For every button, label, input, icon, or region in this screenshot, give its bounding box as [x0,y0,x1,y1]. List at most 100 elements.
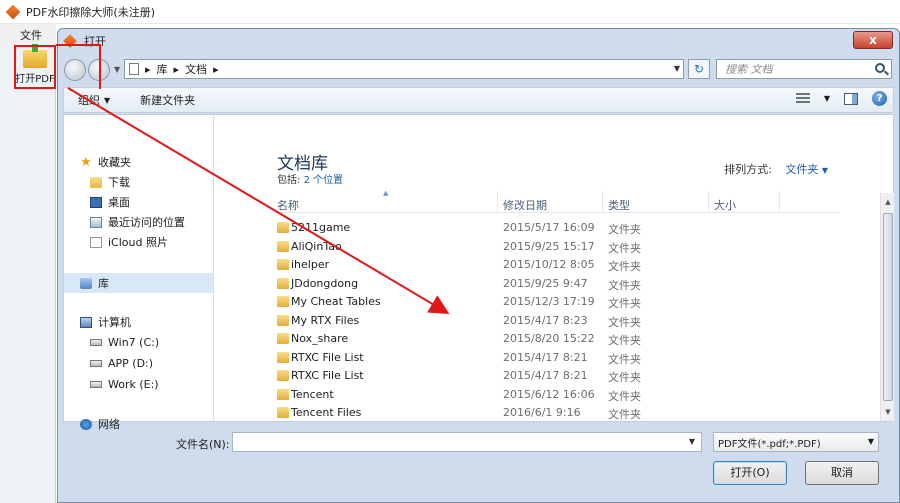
row-date: 2015/9/25 9:47 [503,276,588,290]
nav-downloads[interactable]: 下载 [90,173,130,191]
scroll-thumb[interactable] [883,213,893,401]
breadcrumb-documents[interactable]: 文档 [185,61,207,77]
table-row[interactable]: My RTX Files 2015/4/17 8:23 文件夹 [271,312,891,330]
address-dropdown-icon[interactable]: ▼ [670,60,684,78]
row-name: My Cheat Tables [291,295,381,308]
search-placeholder: 搜索 文档 [725,63,773,76]
row-date: 2015/4/17 8:23 [503,313,588,327]
folder-icon [277,259,289,270]
nav-drive-e[interactable]: Work (E:) [90,375,159,393]
nav-libraries[interactable]: 库 [80,274,109,292]
star-icon: ★ [80,154,92,170]
includes-locations-link[interactable]: 2 个位置 [304,175,344,186]
scroll-up-icon[interactable]: ▲ [881,195,895,209]
nav-libraries-label: 库 [98,277,109,290]
row-type: 文件夹 [608,241,641,255]
filename-field[interactable]: ▼ [232,432,702,452]
table-row[interactable]: My Cheat Tables 2015/12/3 17:19 文件夹 [271,293,891,311]
table-row[interactable]: RTXC File List 2015/4/17 8:21 文件夹 [271,367,891,385]
row-name: JDdongdong [291,276,359,290]
app-logo-icon [5,4,21,19]
nav-downloads-label: 下载 [108,176,130,189]
column-name[interactable]: 名称 [277,197,299,213]
forward-button[interactable] [88,59,110,81]
change-view-icon[interactable] [795,92,810,105]
nav-drive-c[interactable]: Win7 (C:) [90,333,159,351]
nav-drive-d-label: APP (D:) [108,356,154,370]
folder-icon [277,277,289,289]
help-icon[interactable]: ? [872,91,887,106]
row-type: 文件夹 [608,223,641,236]
preview-pane-icon[interactable] [844,92,858,105]
menu-file[interactable]: 文件 [0,24,56,46]
row-date: 2016/6/1 9:16 [503,406,581,419]
nav-drive-d[interactable]: APP (D:) [90,354,153,372]
close-button[interactable]: x [853,31,893,49]
row-name: RTXC File List [291,350,364,364]
filetype-select[interactable]: PDF文件(*.pdf;*.PDF) ▼ [713,432,879,452]
table-row[interactable]: 5211game 2015/5/17 16:09 文件夹 [271,219,891,237]
nav-icloud[interactable]: iCloud 照片 [90,233,168,251]
nav-desktop[interactable]: 桌面 [90,193,130,211]
chevron-right-icon[interactable]: ▸ [213,63,219,76]
breadcrumb-library[interactable]: 库 [157,61,168,77]
filename-dropdown-icon[interactable]: ▼ [685,433,699,451]
table-row[interactable]: Tencent Files 2016/6/1 9:16 文件夹 [271,404,891,421]
location-icon [129,63,139,75]
column-size[interactable]: 大小 [714,197,736,213]
table-row[interactable]: JDdongdong 2015/9/25 9:47 文件夹 [271,275,891,293]
table-row[interactable]: AliQinTao 2015/9/25 15:17 文件夹 [271,238,891,256]
chevron-down-icon: ▼ [821,166,828,175]
arrange-by: 排列方式: 文件夹 ▼ [724,161,828,177]
vertical-scrollbar[interactable]: ▲ ▼ [880,193,894,421]
nav-drive-c-label: Win7 (C:) [108,335,160,349]
row-name: ihelper [291,258,330,271]
row-type: 文件夹 [608,315,641,329]
arrange-label: 排列方式: [724,163,772,176]
open-pdf-button[interactable]: 打开PDF [14,44,56,88]
nav-favorites[interactable]: ★ 收藏夹 [80,153,131,171]
row-date: 2015/6/12 16:06 [503,387,595,401]
downloads-folder-icon [90,176,102,188]
file-list: 5211game 2015/5/17 16:09 文件夹 AliQinTao 2015/… [271,219,891,421]
column-divider[interactable] [708,191,709,213]
table-row[interactable]: RTXC File List 2015/4/17 8:21 文件夹 [271,349,891,367]
nav-computer[interactable]: 计算机 [80,313,131,331]
back-button[interactable] [64,59,86,81]
computer-icon [80,316,92,328]
dialog-title: 打开 [84,35,106,48]
nav-favorites-label: 收藏夹 [98,156,131,169]
cancel-button[interactable]: 取消 [805,461,879,485]
chevron-right-icon[interactable]: ▸ [174,63,180,76]
browser-area: ★ 收藏夹 下载 桌面 最近访问的位置 iCloud 照片 库 计算机 Win7… [63,114,894,431]
new-folder-button[interactable]: 新建文件夹 [140,92,195,108]
search-icon[interactable] [875,63,885,73]
column-divider[interactable] [779,191,780,213]
table-row[interactable]: Tencent 2015/6/12 16:06 文件夹 [271,386,891,404]
scroll-down-icon[interactable]: ▼ [881,405,895,419]
includes-label: 包括: [277,175,301,186]
row-name: Nox_share [291,332,349,345]
row-date: 2015/4/17 8:21 [503,350,588,364]
refresh-icon[interactable]: ↻ [688,59,710,79]
nav-computer-label: 计算机 [98,316,131,329]
nav-recent[interactable]: 最近访问的位置 [90,213,185,231]
folder-icon [277,333,289,344]
column-date[interactable]: 修改日期 [503,197,547,213]
open-button[interactable]: 打开(O) [713,461,787,485]
arrange-dropdown[interactable]: 文件夹 ▼ [785,163,828,176]
address-bar[interactable]: ▸ 库 ▸ 文档 ▸ [124,59,684,79]
table-row[interactable]: Nox_share 2015/8/20 15:22 文件夹 [271,330,891,348]
organize-button[interactable]: 组织 ▼ [78,92,110,108]
folder-icon [277,388,289,400]
chevron-right-icon[interactable]: ▸ [145,63,151,76]
drive-icon [90,380,102,388]
table-row[interactable]: ihelper 2015/10/12 8:05 文件夹 [271,256,891,274]
search-input[interactable]: 搜索 文档 [716,59,892,79]
column-divider[interactable] [497,191,498,213]
column-header: 名称 修改日期 类型 大小 ▲ [271,189,839,213]
view-dropdown-icon[interactable]: ▼ [824,94,830,103]
recent-pages-dropdown-icon[interactable]: ▼ [114,65,120,74]
column-divider[interactable] [602,191,603,213]
column-type[interactable]: 类型 [608,197,630,213]
